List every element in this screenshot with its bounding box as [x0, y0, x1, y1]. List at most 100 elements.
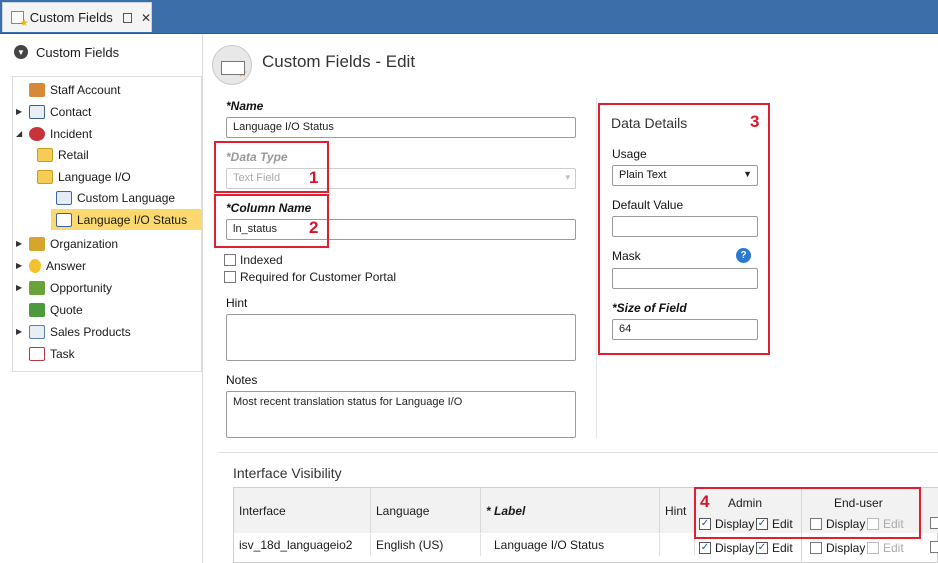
tree-item-staff-account[interactable]: Staff Account	[16, 79, 121, 100]
tree-item-contact[interactable]: ▶ Contact	[16, 101, 91, 122]
name-label: *Name	[226, 99, 264, 113]
hint-label: Hint	[226, 296, 248, 310]
annotation-box-3	[598, 103, 770, 355]
page-title: Custom Fields - Edit	[262, 52, 416, 71]
tree-item-label: Task	[50, 346, 75, 361]
tree-item-organization[interactable]: ▶ Organization	[16, 233, 118, 254]
edit-label: Edit	[772, 541, 793, 555]
checkbox-box[interactable]	[930, 517, 938, 529]
expand-icon[interactable]: ▶	[16, 283, 24, 292]
row-next-group-checkbox[interactable]	[930, 541, 938, 553]
opportunity-icon	[29, 280, 45, 295]
tree-item-language-io[interactable]: Language I/O	[32, 166, 131, 187]
indexed-label: Indexed	[240, 253, 283, 267]
checkbox-box[interactable]	[930, 541, 938, 553]
sidebar-header-label: Custom Fields	[36, 44, 120, 60]
annotation-number-1: 1	[309, 168, 319, 187]
cell-language: English (US)	[371, 534, 481, 556]
task-checklist-icon	[29, 346, 45, 361]
tree-item-opportunity[interactable]: ▶ Opportunity	[16, 277, 112, 298]
row-admin-edit-toggle[interactable]: ✓ Edit	[756, 541, 793, 555]
field-icon	[56, 190, 72, 205]
popout-icon[interactable]	[122, 12, 132, 23]
chevron-down-icon: ▾	[565, 172, 570, 182]
checkbox-box[interactable]	[224, 254, 236, 266]
tree-item-answer[interactable]: ▶ Answer	[16, 255, 86, 276]
incident-icon	[29, 126, 45, 141]
tree-item-label: Custom Language	[77, 190, 176, 205]
tree-item-label: Language I/O	[58, 169, 131, 184]
tree-item-quote[interactable]: Quote	[16, 299, 83, 320]
field-icon	[56, 212, 72, 227]
tree-item-sales-products[interactable]: ▶ Sales Products	[16, 321, 131, 342]
required-portal-label: Required for Customer Portal	[240, 270, 397, 284]
tree-item-incident[interactable]: ◢ Incident	[16, 123, 92, 144]
folder-open-icon	[37, 169, 53, 184]
checkbox-box[interactable]	[810, 542, 822, 554]
close-icon[interactable]: ✕	[141, 11, 151, 25]
organization-icon	[29, 236, 45, 251]
indexed-checkbox[interactable]: Indexed	[224, 253, 283, 267]
tree-item-retail[interactable]: Retail	[32, 144, 89, 165]
cell-label[interactable]: Language I/O Status	[481, 534, 660, 556]
notes-label: Notes	[226, 373, 258, 387]
quote-icon	[29, 302, 45, 317]
collapse-icon[interactable]: ◢	[16, 129, 24, 138]
expand-icon[interactable]: ▶	[16, 261, 24, 270]
tree-item-label: Staff Account	[50, 82, 121, 97]
sidebar-header[interactable]: ▼ Custom Fields	[14, 43, 119, 61]
contact-card-icon	[29, 104, 45, 119]
annotation-box-4	[694, 487, 921, 539]
column-header-language[interactable]: Language	[371, 488, 481, 533]
column-header-interface[interactable]: Interface	[234, 488, 371, 533]
tree-item-language-io-status[interactable]: Language I/O Status	[51, 209, 202, 230]
tree-item-label: Contact	[50, 104, 92, 119]
expand-icon[interactable]: ▶	[16, 239, 24, 248]
tree-item-label: Opportunity	[50, 280, 113, 295]
next-group-checkbox[interactable]	[930, 517, 938, 529]
row-admin-display-toggle[interactable]: ✓ Display	[699, 541, 754, 555]
edit-label: Edit	[883, 541, 904, 555]
notes-textarea[interactable]: Most recent translation status for Langu…	[226, 391, 576, 438]
tree-item-label: Organization	[50, 236, 119, 251]
display-label: Display	[715, 541, 755, 555]
column-header-label[interactable]: * Label	[481, 488, 660, 533]
expand-icon[interactable]: ▶	[16, 327, 24, 336]
cell-interface: isv_18d_languageio2	[234, 534, 371, 556]
row-enduser-edit-toggle: Edit	[867, 541, 904, 555]
annotation-number-4: 4	[700, 492, 710, 511]
tree-item-label: Language I/O Status	[77, 212, 188, 227]
custom-fields-icon	[11, 11, 28, 29]
expand-icon[interactable]: ▶	[16, 107, 24, 116]
tab-custom-fields[interactable]: Custom Fields ✕	[2, 2, 152, 32]
required-portal-checkbox[interactable]: Required for Customer Portal	[224, 270, 396, 284]
staff-account-icon	[29, 82, 45, 97]
tree-item-label: Quote	[50, 302, 83, 317]
tree-item-label: Incident	[50, 126, 93, 141]
annotation-number-3: 3	[750, 112, 760, 131]
tree-item-label: Sales Products	[50, 324, 131, 339]
tree-item-label: Answer	[46, 258, 87, 273]
column-divider	[596, 98, 597, 438]
checkbox-box[interactable]	[224, 271, 236, 283]
sales-products-icon	[29, 324, 45, 339]
lightbulb-icon	[29, 258, 41, 273]
chevron-down-icon[interactable]: ▼	[14, 45, 28, 59]
checkbox-disabled	[867, 542, 879, 554]
tree-item-label: Retail	[58, 147, 89, 162]
annotation-number-2: 2	[309, 218, 319, 237]
display-label: Display	[826, 541, 866, 555]
row-enduser-display-toggle[interactable]: Display	[810, 541, 865, 555]
name-field[interactable]: Language I/O Status	[226, 117, 576, 138]
checkbox-checked[interactable]: ✓	[699, 542, 711, 554]
interface-visibility-title: Interface Visibility	[233, 465, 342, 481]
column-header-hint[interactable]: Hint	[660, 488, 695, 533]
hint-textarea[interactable]	[226, 314, 576, 361]
checkbox-checked[interactable]: ✓	[756, 542, 768, 554]
cell-hint[interactable]	[660, 534, 695, 556]
tree-item-custom-language[interactable]: Custom Language	[51, 187, 175, 208]
custom-fields-edit-icon: ★	[212, 45, 252, 85]
tab-label: Custom Fields	[29, 10, 113, 25]
folder-icon	[37, 147, 53, 162]
tree-item-task[interactable]: Task	[16, 343, 75, 364]
